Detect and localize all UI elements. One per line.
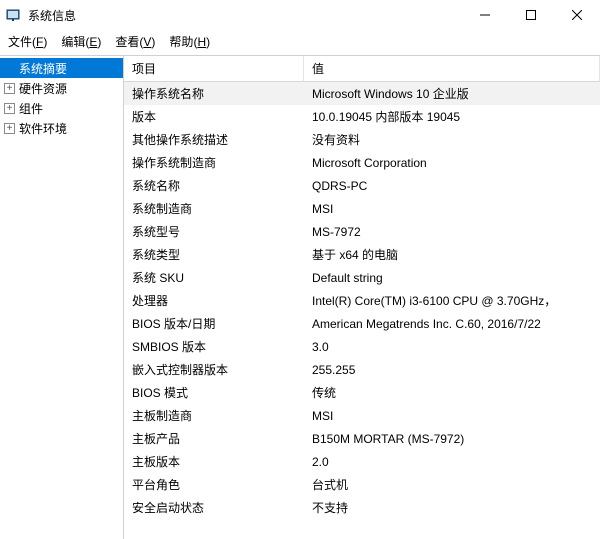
nav-tree[interactable]: 系统摘要 + 硬件资源 + 组件 + 软件环境 — [0, 56, 124, 539]
menu-help[interactable]: 帮助(H) — [169, 33, 210, 50]
table-header: 项目 值 — [124, 56, 600, 82]
table-row[interactable]: SMBIOS 版本3.0 — [124, 335, 600, 358]
tree-node[interactable]: + 软件环境 — [0, 118, 123, 138]
menu-file[interactable]: 文件(F) — [8, 33, 47, 50]
cell-item: 系统 SKU — [124, 269, 304, 286]
table-row[interactable]: 系统 SKUDefault string — [124, 266, 600, 289]
cell-value: American Megatrends Inc. C.60, 2016/7/22 — [304, 317, 600, 331]
cell-value: Default string — [304, 271, 600, 285]
cell-value: Microsoft Windows 10 企业版 — [304, 85, 600, 102]
details-table[interactable]: 项目 值 操作系统名称Microsoft Windows 10 企业版版本10.… — [124, 56, 600, 539]
cell-value: 基于 x64 的电脑 — [304, 246, 600, 263]
cell-item: 主板产品 — [124, 430, 304, 447]
table-row[interactable]: BIOS 版本/日期American Megatrends Inc. C.60,… — [124, 312, 600, 335]
body-split: 系统摘要 +硬件资源+组件+软件环境 项目 值 操作系统名称Microsoft … — [0, 55, 600, 539]
cell-value: 2.0 — [304, 455, 600, 469]
window-title: 系统信息 — [28, 7, 76, 24]
cell-value: B150M MORTAR (MS-7972) — [304, 432, 600, 446]
close-button[interactable] — [554, 0, 600, 30]
table-row[interactable]: 主板制造商MSI — [124, 404, 600, 427]
cell-value: Intel(R) Core(TM) i3-6100 CPU @ 3.70GHz， — [304, 292, 600, 309]
table-row[interactable]: 操作系统制造商Microsoft Corporation — [124, 151, 600, 174]
tree-root-label: 系统摘要 — [19, 60, 67, 77]
cell-value: 台式机 — [304, 476, 600, 493]
cell-value: MS-7972 — [304, 225, 600, 239]
cell-value: MSI — [304, 409, 600, 423]
table-row[interactable]: 平台角色台式机 — [124, 473, 600, 496]
table-row[interactable]: 主板产品B150M MORTAR (MS-7972) — [124, 427, 600, 450]
tree-node[interactable]: + 硬件资源 — [0, 78, 123, 98]
header-item[interactable]: 项目 — [124, 56, 304, 81]
cell-item: 安全启动状态 — [124, 499, 304, 516]
table-row[interactable]: 嵌入式控制器版本255.255 — [124, 358, 600, 381]
cell-item: 平台角色 — [124, 476, 304, 493]
cell-item: 主板制造商 — [124, 407, 304, 424]
expand-icon[interactable]: + — [4, 123, 15, 134]
cell-value: 255.255 — [304, 363, 600, 377]
cell-item: SMBIOS 版本 — [124, 338, 304, 355]
table-row[interactable]: 主板版本2.0 — [124, 450, 600, 473]
minimize-button[interactable] — [462, 0, 508, 30]
cell-item: 系统型号 — [124, 223, 304, 240]
cell-value: 没有资料 — [304, 131, 600, 148]
header-value[interactable]: 值 — [304, 56, 600, 81]
table-row[interactable]: 版本10.0.19045 内部版本 19045 — [124, 105, 600, 128]
cell-item: 版本 — [124, 108, 304, 125]
cell-value: MSI — [304, 202, 600, 216]
menu-edit[interactable]: 编辑(E) — [61, 33, 101, 50]
table-row[interactable]: 安全启动状态不支持 — [124, 496, 600, 519]
cell-value: 传统 — [304, 384, 600, 401]
cell-item: BIOS 模式 — [124, 384, 304, 401]
cell-item: 系统制造商 — [124, 200, 304, 217]
table-row[interactable]: 其他操作系统描述没有资料 — [124, 128, 600, 151]
tree-node-label: 硬件资源 — [19, 80, 67, 97]
table-row[interactable]: 操作系统名称Microsoft Windows 10 企业版 — [124, 82, 600, 105]
expand-icon[interactable]: + — [4, 83, 15, 94]
cell-item: 其他操作系统描述 — [124, 131, 304, 148]
table-row[interactable]: 系统名称QDRS-PC — [124, 174, 600, 197]
titlebar: 系统信息 — [0, 0, 600, 30]
table-row[interactable]: 处理器Intel(R) Core(TM) i3-6100 CPU @ 3.70G… — [124, 289, 600, 312]
tree-node[interactable]: + 组件 — [0, 98, 123, 118]
table-row[interactable]: 系统型号MS-7972 — [124, 220, 600, 243]
table-row[interactable]: 系统类型基于 x64 的电脑 — [124, 243, 600, 266]
menu-view[interactable]: 查看(V) — [115, 33, 155, 50]
cell-item: 主板版本 — [124, 453, 304, 470]
cell-value: Microsoft Corporation — [304, 156, 600, 170]
cell-item: 处理器 — [124, 292, 304, 309]
tree-node-label: 组件 — [19, 100, 43, 117]
table-row[interactable]: BIOS 模式传统 — [124, 381, 600, 404]
maximize-button[interactable] — [508, 0, 554, 30]
cell-item: BIOS 版本/日期 — [124, 315, 304, 332]
cell-value: 10.0.19045 内部版本 19045 — [304, 108, 600, 125]
cell-item: 系统名称 — [124, 177, 304, 194]
cell-value: QDRS-PC — [304, 179, 600, 193]
tree-root[interactable]: 系统摘要 — [0, 58, 123, 78]
cell-item: 嵌入式控制器版本 — [124, 361, 304, 378]
tree-node-label: 软件环境 — [19, 120, 67, 137]
expand-icon[interactable]: + — [4, 103, 15, 114]
cell-value: 3.0 — [304, 340, 600, 354]
cell-item: 系统类型 — [124, 246, 304, 263]
cell-item: 操作系统制造商 — [124, 154, 304, 171]
cell-item: 操作系统名称 — [124, 85, 304, 102]
table-row[interactable]: 系统制造商MSI — [124, 197, 600, 220]
cell-value: 不支持 — [304, 499, 600, 516]
app-icon — [6, 7, 22, 23]
menubar: 文件(F) 编辑(E) 查看(V) 帮助(H) — [0, 30, 600, 55]
